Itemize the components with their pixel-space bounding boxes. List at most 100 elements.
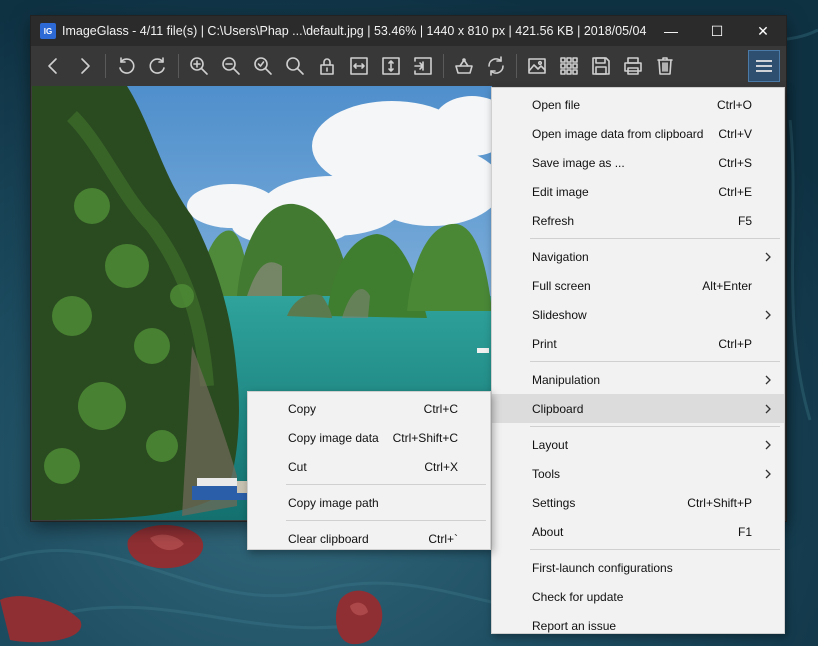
- clipboard-menu-item-copy[interactable]: Copy Ctrl+C: [248, 394, 490, 423]
- menu-item-label: Copy image data: [288, 430, 379, 445]
- app-logo-icon: IG: [40, 23, 56, 39]
- refresh-icon[interactable]: [480, 50, 512, 82]
- menu-separator: [530, 361, 780, 362]
- main-menu-item-edit-image[interactable]: Edit image Ctrl+E: [492, 177, 784, 206]
- menu-item-label: Clipboard: [532, 401, 584, 416]
- menu-item-label: Report an issue: [532, 618, 617, 633]
- menu-item-label: First-launch configurations: [532, 560, 673, 575]
- main-menu: Open file Ctrl+O Open image data from clip…: [491, 87, 785, 634]
- main-menu-item-report-an-issue[interactable]: Report an issue: [492, 611, 784, 640]
- chevron-right-icon: [764, 309, 772, 320]
- menu-icon: [756, 60, 772, 72]
- lock-icon[interactable]: [311, 50, 343, 82]
- main-menu-item-print[interactable]: Print Ctrl+P: [492, 329, 784, 358]
- zoom-fit-icon[interactable]: [247, 50, 279, 82]
- menu-item-shortcut: Ctrl+O: [716, 97, 752, 112]
- main-menu-item-about[interactable]: About F1: [492, 517, 784, 546]
- menu-item-label: Navigation: [532, 249, 589, 264]
- window-title: ImageGlass - 4/11 file(s) | C:\Users\Pha…: [62, 24, 648, 38]
- main-menu-item-open-image-data-from-clipboard[interactable]: Open image data from clipboard Ctrl+V: [492, 119, 784, 148]
- menu-item-label: Cut: [288, 459, 307, 474]
- chevron-right-icon: [764, 251, 772, 262]
- main-menu-item-first-launch-configurations[interactable]: First-launch configurations: [492, 553, 784, 582]
- chevron-right-icon: [764, 403, 772, 414]
- menu-separator: [530, 549, 780, 550]
- menu-separator: [286, 520, 486, 521]
- main-menu-button[interactable]: [748, 50, 780, 82]
- clipboard-menu-item-cut[interactable]: Cut Ctrl+X: [248, 452, 490, 481]
- rotate-right-icon[interactable]: [142, 50, 174, 82]
- menu-item-shortcut: Ctrl+P: [718, 336, 752, 351]
- chevron-right-icon: [764, 439, 772, 450]
- main-menu-item-open-file[interactable]: Open file Ctrl+O: [492, 90, 784, 119]
- main-menu-item-settings[interactable]: Settings Ctrl+Shift+P: [492, 488, 784, 517]
- menu-item-label: Copy: [288, 401, 317, 416]
- menu-item-shortcut: Ctrl+V: [718, 126, 752, 141]
- menu-item-shortcut: Ctrl+`: [428, 531, 458, 546]
- basket-icon[interactable]: [448, 50, 480, 82]
- toolbar-separator: [443, 54, 444, 78]
- main-menu-item-check-for-update[interactable]: Check for update: [492, 582, 784, 611]
- menu-item-shortcut: Alt+Enter: [702, 278, 752, 293]
- next-icon[interactable]: [69, 50, 101, 82]
- zoom-in-icon[interactable]: [183, 50, 215, 82]
- main-menu-item-slideshow[interactable]: Slideshow: [492, 300, 784, 329]
- menu-item-shortcut: F1: [737, 524, 752, 539]
- title-bar[interactable]: IG ImageGlass - 4/11 file(s) | C:\Users\…: [31, 16, 786, 46]
- menu-separator: [286, 484, 486, 485]
- main-menu-item-full-screen[interactable]: Full screen Alt+Enter: [492, 271, 784, 300]
- menu-item-label: Print: [532, 336, 557, 351]
- menu-item-label: About: [532, 524, 564, 539]
- toolbar-separator: [105, 54, 106, 78]
- menu-item-shortcut: Ctrl+C: [423, 401, 458, 416]
- main-menu-item-refresh[interactable]: Refresh F5: [492, 206, 784, 235]
- main-menu-item-clipboard[interactable]: Clipboard: [492, 394, 784, 423]
- save-icon[interactable]: [585, 50, 617, 82]
- menu-item-label: Check for update: [532, 589, 624, 604]
- clipboard-menu-item-copy-image-data[interactable]: Copy image data Ctrl+Shift+C: [248, 423, 490, 452]
- menu-item-label: Tools: [532, 466, 561, 481]
- previous-icon[interactable]: [37, 50, 69, 82]
- menu-item-label: Save image as ...: [532, 155, 625, 170]
- main-menu-item-save-image-as[interactable]: Save image as ... Ctrl+S: [492, 148, 784, 177]
- menu-item-label: Open file: [532, 97, 581, 112]
- clipboard-menu-item-clear-clipboard[interactable]: Clear clipboard Ctrl+`: [248, 524, 490, 553]
- gallery-icon[interactable]: [521, 50, 553, 82]
- menu-item-label: Slideshow: [532, 307, 587, 322]
- delete-icon[interactable]: [649, 50, 681, 82]
- menu-item-label: Edit image: [532, 184, 589, 199]
- chevron-right-icon: [764, 374, 772, 385]
- menu-item-label: Clear clipboard: [288, 531, 369, 546]
- menu-item-shortcut: Ctrl+E: [718, 184, 752, 199]
- menu-item-label: Full screen: [532, 278, 591, 293]
- zoom-out-icon[interactable]: [215, 50, 247, 82]
- minimize-button[interactable]: —: [648, 16, 694, 46]
- fit-width-icon[interactable]: [343, 50, 375, 82]
- menu-separator: [530, 426, 780, 427]
- menu-item-shortcut: Ctrl+Shift+P: [687, 495, 752, 510]
- menu-item-label: Layout: [532, 437, 569, 452]
- menu-item-shortcut: F5: [737, 213, 752, 228]
- rotate-left-icon[interactable]: [110, 50, 142, 82]
- clipboard-submenu: Copy Ctrl+C Copy image data Ctrl+Shift+C Cut…: [247, 391, 491, 550]
- zoom-lock-icon[interactable]: [279, 50, 311, 82]
- main-menu-item-navigation[interactable]: Navigation: [492, 242, 784, 271]
- clipboard-menu-item-copy-image-path[interactable]: Copy image path: [248, 488, 490, 517]
- menu-item-label: Open image data from clipboard: [532, 126, 704, 141]
- maximize-button[interactable]: ☐: [694, 16, 740, 46]
- print-icon[interactable]: [617, 50, 649, 82]
- fit-height-icon[interactable]: [375, 50, 407, 82]
- menu-item-shortcut: Ctrl+S: [718, 155, 752, 170]
- menu-item-label: Manipulation: [532, 372, 601, 387]
- toolbar-separator: [516, 54, 517, 78]
- toolbar: [31, 46, 786, 86]
- menu-separator: [530, 238, 780, 239]
- thumbnail-icon[interactable]: [553, 50, 585, 82]
- scale-to-fill-icon[interactable]: [407, 50, 439, 82]
- main-menu-item-tools[interactable]: Tools: [492, 459, 784, 488]
- close-button[interactable]: ✕: [740, 16, 786, 46]
- main-menu-item-layout[interactable]: Layout: [492, 430, 784, 459]
- main-menu-item-manipulation[interactable]: Manipulation: [492, 365, 784, 394]
- menu-item-shortcut: Ctrl+Shift+C: [392, 430, 458, 445]
- menu-item-label: Refresh: [532, 213, 575, 228]
